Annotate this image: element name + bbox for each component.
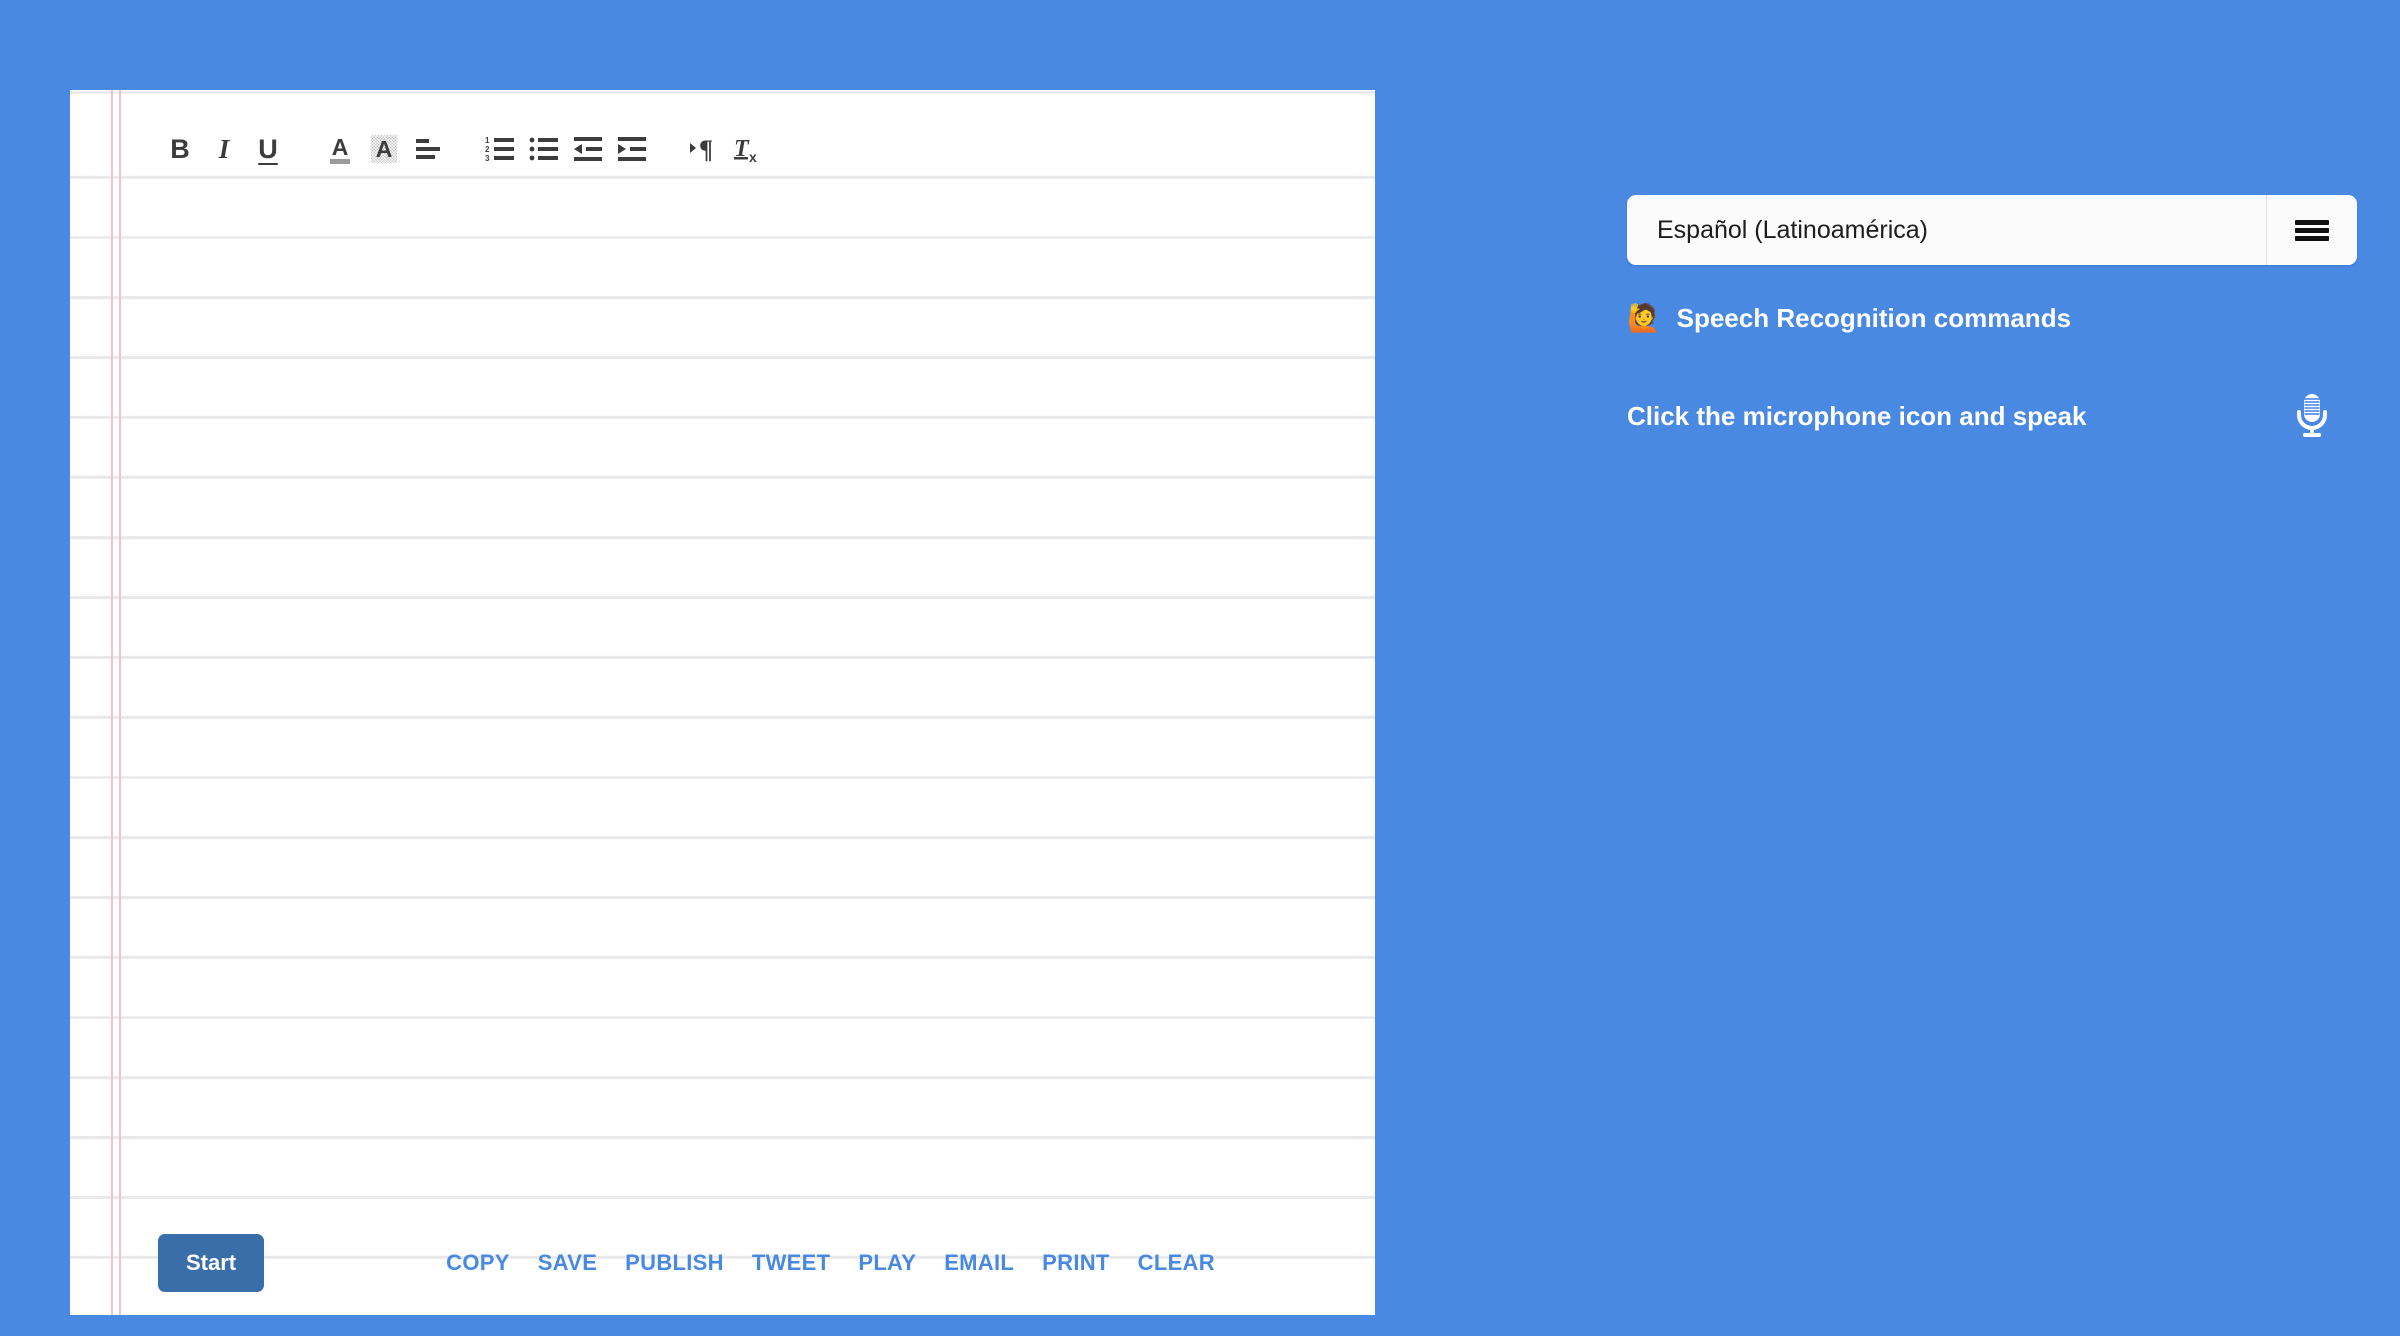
publish-link[interactable]: PUBLISH: [625, 1250, 724, 1276]
speech-commands-row[interactable]: 🙋 Speech Recognition commands: [1627, 303, 2357, 334]
play-link[interactable]: PLAY: [858, 1250, 916, 1276]
align-left-icon: [414, 136, 442, 162]
editor-toolbar: B I U A A 1 2 3 ¶ T x: [70, 119, 1375, 179]
indent-button[interactable]: [610, 127, 654, 171]
hamburger-icon: [2295, 217, 2329, 244]
hamburger-menu-button[interactable]: [2266, 195, 2357, 265]
language-selected-value[interactable]: Español (Latinoamérica): [1627, 195, 2266, 265]
bold-icon: B: [170, 133, 190, 164]
italic-icon: I: [218, 133, 230, 164]
highlight-color-button[interactable]: A: [362, 127, 406, 171]
svg-text:x: x: [749, 149, 757, 165]
svg-text:A: A: [332, 134, 349, 160]
unordered-list-icon: [529, 135, 559, 163]
speech-recognition-commands-link[interactable]: Speech Recognition commands: [1677, 303, 2071, 334]
paragraph-direction-icon: ¶: [688, 134, 720, 164]
underline-button[interactable]: U: [246, 127, 290, 171]
microphone-button[interactable]: [2285, 389, 2339, 443]
notepad-paper: B I U A A 1 2 3 ¶ T x Start COPY SAVE PU…: [70, 90, 1375, 1315]
save-link[interactable]: SAVE: [538, 1250, 597, 1276]
microphone-hint-text: Click the microphone icon and speak: [1627, 400, 2087, 431]
language-selector[interactable]: Español (Latinoamérica): [1627, 195, 2357, 265]
microphone-row: Click the microphone icon and speak: [1627, 389, 2339, 443]
editor-footer: Start COPY SAVE PUBLISH TWEET PLAY EMAIL…: [70, 1210, 1375, 1315]
text-color-button[interactable]: A: [318, 127, 362, 171]
ordered-list-button[interactable]: 1 2 3: [478, 127, 522, 171]
outdent-icon: [573, 135, 603, 163]
svg-text:1: 1: [485, 136, 490, 145]
print-link[interactable]: PRINT: [1042, 1250, 1110, 1276]
svg-text:3: 3: [485, 154, 490, 163]
text-direction-button[interactable]: ¶: [682, 127, 726, 171]
microphone-icon: [2290, 390, 2334, 443]
text-color-icon: A: [325, 132, 355, 166]
margin-rule-line-left: [111, 90, 113, 1315]
italic-button[interactable]: I: [202, 127, 246, 171]
margin-rule-line-right: [119, 90, 121, 1315]
align-button[interactable]: [406, 127, 450, 171]
clear-formatting-icon: T x: [732, 133, 764, 165]
action-links-group: COPY SAVE PUBLISH TWEET PLAY EMAIL PRINT…: [446, 1250, 1215, 1276]
svg-text:¶: ¶: [699, 135, 713, 164]
underline-icon: U: [258, 133, 278, 164]
ordered-list-icon: 1 2 3: [485, 135, 515, 163]
outdent-button[interactable]: [566, 127, 610, 171]
speech-panel: Español (Latinoamérica) 🙋 Speech Recogni…: [1627, 195, 2357, 443]
unordered-list-button[interactable]: [522, 127, 566, 171]
clear-formatting-button[interactable]: T x: [726, 127, 770, 171]
svg-text:A: A: [376, 136, 393, 162]
svg-text:2: 2: [485, 145, 490, 154]
start-button[interactable]: Start: [158, 1233, 265, 1292]
highlight-color-icon: A: [369, 132, 399, 166]
copy-link[interactable]: COPY: [446, 1250, 510, 1276]
rich-text-editor-area[interactable]: [158, 182, 1355, 1205]
tweet-link[interactable]: TWEET: [752, 1250, 831, 1276]
email-link[interactable]: EMAIL: [944, 1250, 1014, 1276]
indent-icon: [617, 135, 647, 163]
raising-hand-icon: 🙋: [1627, 303, 1661, 334]
bold-button[interactable]: B: [158, 127, 202, 171]
clear-link[interactable]: CLEAR: [1138, 1250, 1215, 1276]
